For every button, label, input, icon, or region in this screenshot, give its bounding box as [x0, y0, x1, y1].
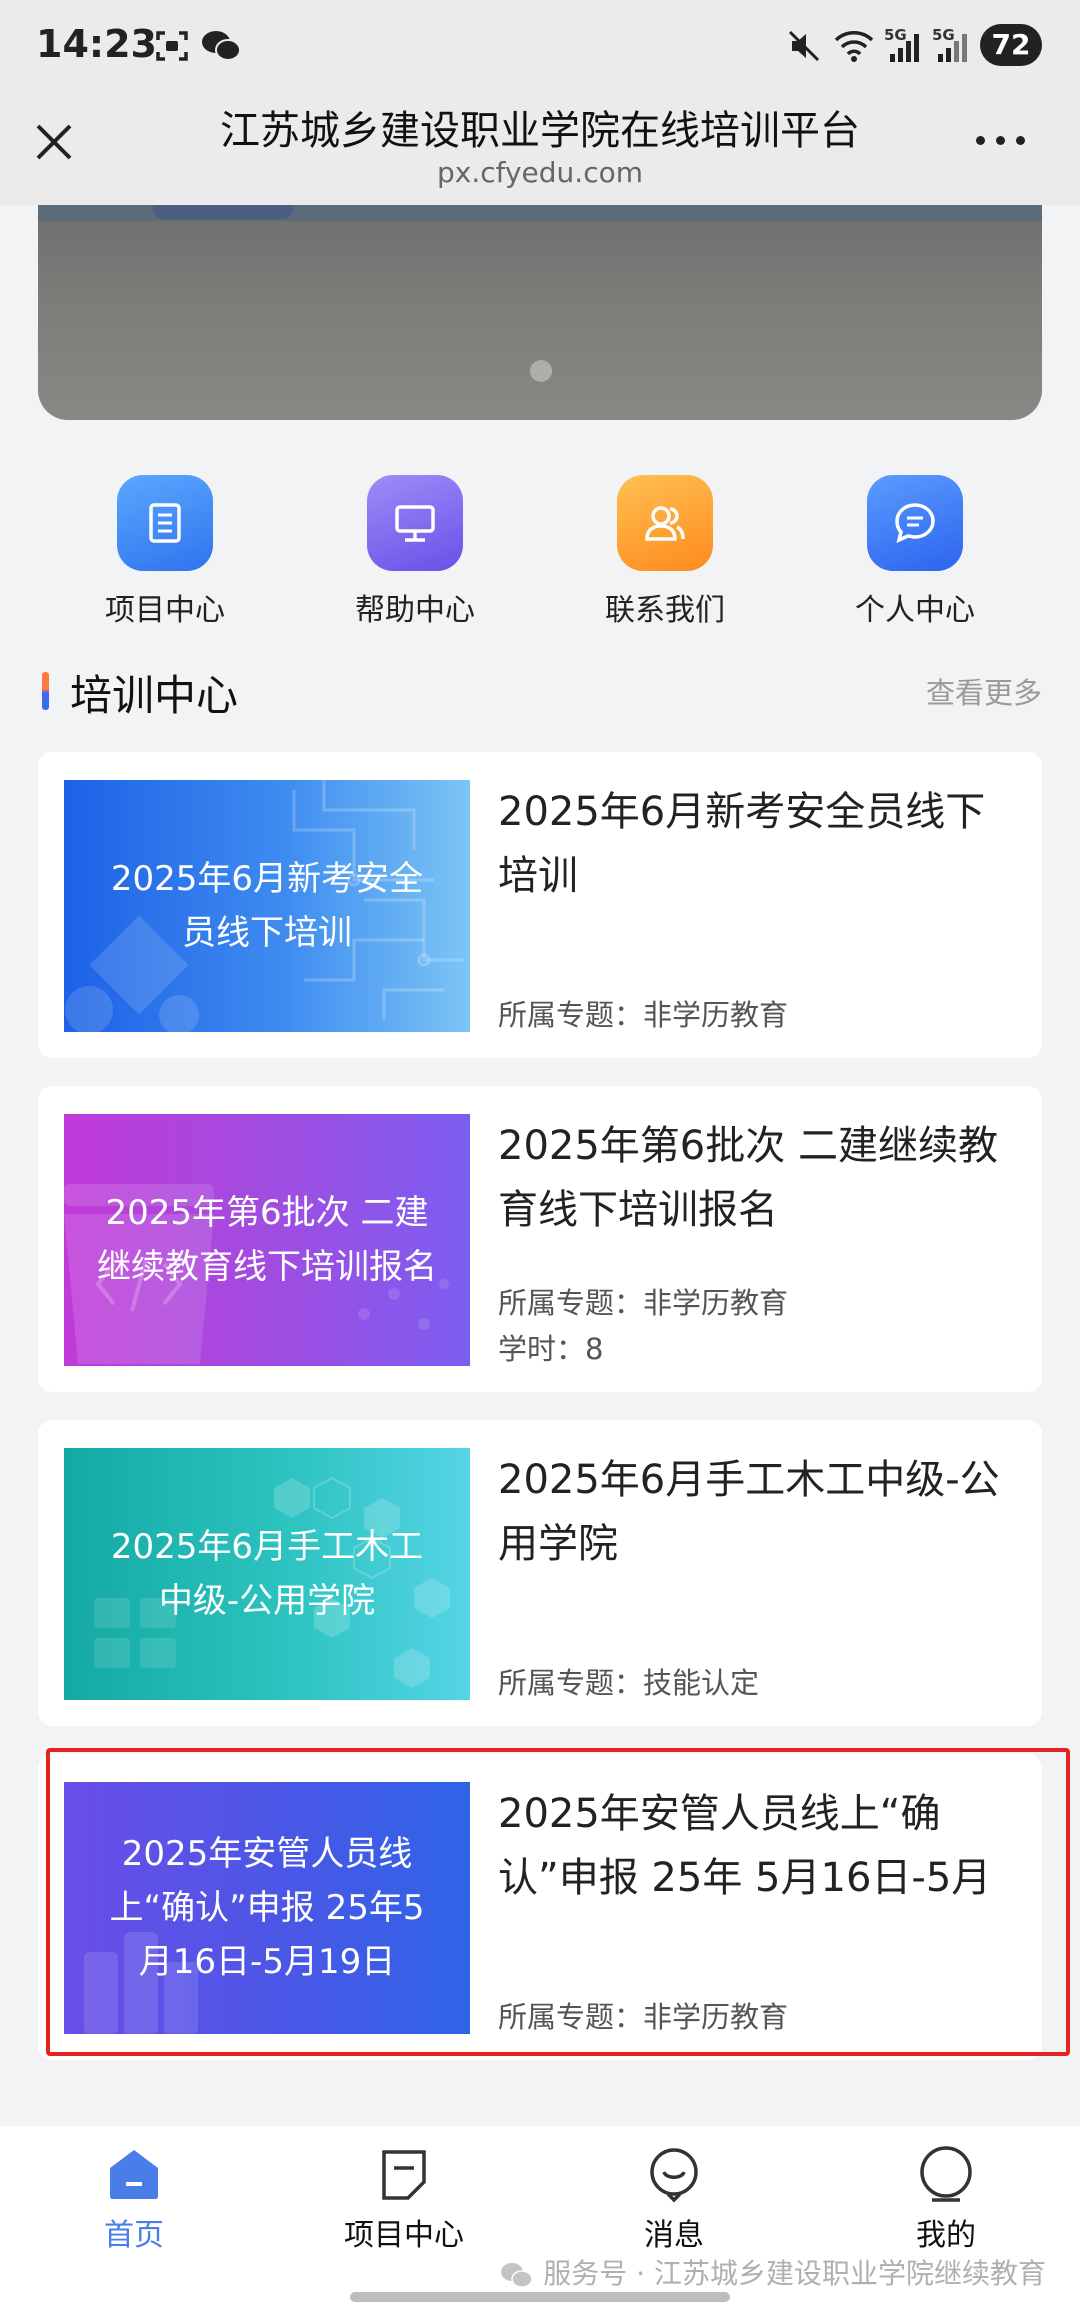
status-bar: 14:23 5G 5G 72: [0, 0, 1080, 95]
course-thumbnail: 2025年第6批次 二建继续教育线下培训报名: [64, 1114, 470, 1366]
signal-icon: [890, 34, 919, 62]
course-card[interactable]: 2025年第6批次 二建继续教育线下培训报名 2025年第6批次 二建继续教育线…: [38, 1086, 1042, 1392]
signal-icon-2: [938, 34, 967, 62]
tab-label: 项目中心: [344, 2218, 464, 2253]
course-thumbnail-text: 2025年6月手工木工中级-公用学院: [110, 1527, 424, 1621]
course-title: 2025年6月手工木工中级-公用学院: [498, 1457, 1000, 1567]
quick-nav-label: 帮助中心: [355, 593, 475, 628]
course-thumbnail: 2025年6月手工木工中级-公用学院: [64, 1448, 470, 1700]
more-menu-icon[interactable]: [972, 120, 1028, 160]
quick-nav-label: 个人中心: [855, 593, 975, 628]
home-indicator[interactable]: [350, 2292, 730, 2302]
tab-project-center[interactable]: 项目中心: [304, 2144, 504, 2254]
course-title: 2025年安管人员线上“确认”申报 25年 5月16日-5月19日: [498, 1791, 992, 1901]
quick-nav-contact-us[interactable]: 联系我们: [540, 455, 790, 629]
top-bar: 14:23 5G 5G 72 江苏城乡建设职业学院在线培训平台 px.cfyed…: [0, 0, 1080, 205]
quick-nav-project-center[interactable]: 项目中心: [40, 455, 290, 629]
section-header: 培训中心 查看更多: [0, 660, 1080, 720]
monitor-icon: [367, 475, 463, 571]
course-topic: 所属专题：非学历教育: [498, 1286, 789, 1320]
screen-record-icon: [156, 31, 188, 61]
wechat-icon: [202, 31, 241, 61]
quick-nav-label: 联系我们: [605, 593, 725, 628]
battery-indicator: 72: [980, 24, 1042, 66]
status-time: 14:23: [36, 22, 157, 66]
course-thumbnail: 2025年6月新考安全员线下培训: [64, 780, 470, 1032]
tab-label: 消息: [644, 2218, 704, 2253]
tab-mine[interactable]: 我的: [846, 2144, 1046, 2254]
contacts-icon: [617, 475, 713, 571]
course-thumbnail-text: 2025年6月新考安全员线下培训: [110, 859, 424, 953]
quick-nav-help-center[interactable]: 帮助中心: [290, 455, 540, 629]
tab-label: 首页: [104, 2218, 164, 2253]
view-more-link[interactable]: 查看更多: [926, 670, 1042, 712]
course-thumbnail-text: 2025年安管人员线上“确认”申报 25年5月16日-5月19日: [109, 1834, 425, 1982]
course-card[interactable]: 2025年安管人员线上“确认”申报 25年5月16日-5月19日 2025年安管…: [38, 1754, 1042, 2060]
tab-messages[interactable]: 消息: [574, 2144, 774, 2254]
tab-home[interactable]: 首页: [34, 2144, 234, 2254]
smile-message-icon: [650, 2148, 698, 2203]
course-thumbnail-text: 2025年第6批次 二建继续教育线下培训报名: [97, 1193, 437, 1287]
home-icon: [110, 2150, 158, 2199]
course-hours: 学时：8: [498, 1332, 604, 1366]
course-title: 2025年6月新考安全员线下培训: [498, 789, 986, 899]
mute-icon: [788, 30, 820, 62]
chat-icon: [867, 475, 963, 571]
watermark-text: 服务号 · 江苏城乡建设职业学院继续教育: [543, 2257, 1046, 2290]
page-url: px.cfyedu.com: [436, 156, 644, 189]
wechat-icon: [501, 2263, 534, 2288]
user-icon: [920, 2146, 972, 2202]
section-accent-bar: [42, 672, 49, 710]
tab-label: 我的: [916, 2218, 976, 2253]
page-title: 江苏城乡建设职业学院在线培训平台: [220, 108, 860, 154]
banner-carousel[interactable]: [38, 205, 1042, 420]
course-title: 2025年第6批次 二建继续教育线下培训报名: [498, 1123, 998, 1233]
wifi-icon: [834, 31, 874, 62]
course-thumbnail: 2025年安管人员线上“确认”申报 25年5月16日-5月19日: [64, 1782, 470, 2034]
course-card[interactable]: 2025年6月新考安全员线下培训 2025年6月新考安全员线下培训 所属专题：非…: [38, 752, 1042, 1058]
document-icon: [117, 475, 213, 571]
course-topic: 所属专题：非学历教育: [498, 998, 789, 1032]
course-topic: 所属专题：技能认定: [498, 1666, 760, 1700]
carousel-indicator: [530, 360, 552, 382]
quick-nav-label: 项目中心: [105, 593, 225, 628]
course-card[interactable]: 2025年6月手工木工中级-公用学院 2025年6月手工木工中级-公用学院 所属…: [38, 1420, 1042, 1726]
course-topic: 所属专题：非学历教育: [498, 2000, 789, 2034]
section-title: 培训中心: [70, 671, 239, 720]
banner-image-detail: [153, 205, 293, 219]
wechat-watermark: 服务号 · 江苏城乡建设职业学院继续教育: [499, 2252, 1046, 2292]
project-icon: [382, 2150, 426, 2200]
quick-nav-personal-center[interactable]: 个人中心: [790, 455, 1040, 629]
quick-nav: 项目中心 帮助中心 联系我们 个人中心: [0, 455, 1080, 635]
